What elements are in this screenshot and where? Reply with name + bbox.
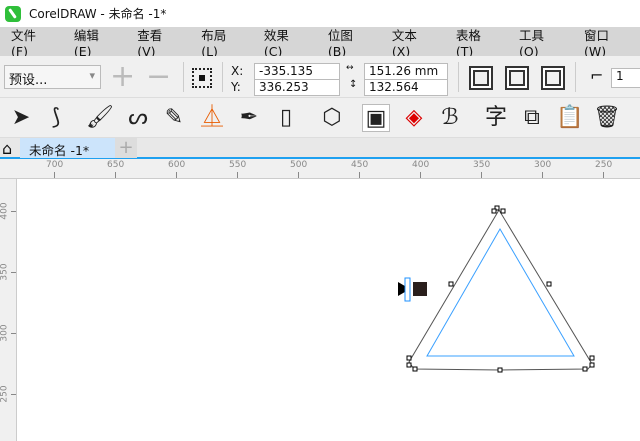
selection-nodes [406, 205, 595, 373]
canvas-drawing [398, 205, 595, 373]
contour-handle [404, 277, 411, 302]
contour-end-handle [413, 282, 427, 296]
original-triangle [426, 228, 575, 357]
contour-triangle [408, 209, 593, 371]
